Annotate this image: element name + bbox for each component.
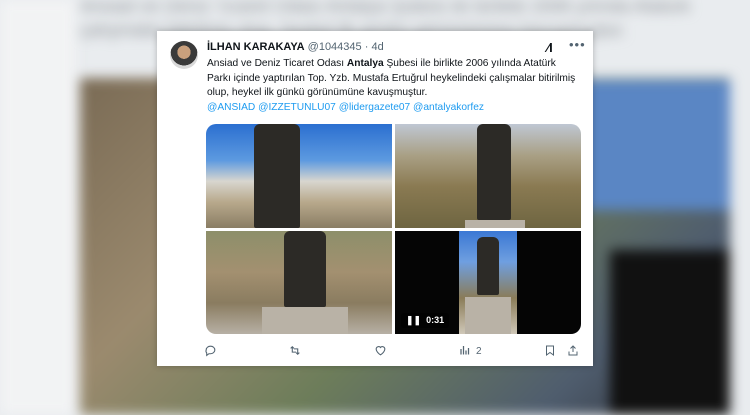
statue-figure xyxy=(254,124,300,228)
repost-icon xyxy=(288,344,302,360)
mention-link[interactable]: @ANSIAD xyxy=(207,102,255,113)
mention-link[interactable]: @lidergazete07 xyxy=(339,102,411,113)
reply-icon xyxy=(204,344,217,360)
like-button[interactable] xyxy=(374,344,387,360)
pause-icon[interactable]: ❚❚ xyxy=(406,315,421,325)
media-grid: ❚❚ 0:31 xyxy=(206,124,581,334)
share-button[interactable] xyxy=(567,344,579,360)
mention-link[interactable]: @IZZETUNLU07 xyxy=(258,102,336,113)
video-duration: 0:31 xyxy=(426,315,445,325)
share-icon xyxy=(567,344,579,360)
video-frame xyxy=(459,231,517,334)
author-name[interactable]: İLHAN KARAKAYA xyxy=(207,41,305,53)
views-button[interactable]: 2 xyxy=(459,344,482,359)
tweet-text: Ansiad ve Deniz Ticaret Odası Antalya Şu… xyxy=(207,57,582,115)
photo-1[interactable] xyxy=(206,124,392,228)
views-count: 2 xyxy=(476,346,482,357)
tweet-text-bold-link[interactable]: Antalya xyxy=(347,58,384,69)
bookmark-button[interactable] xyxy=(544,344,556,360)
photo-2[interactable] xyxy=(395,124,581,228)
statue-pedestal xyxy=(465,297,511,334)
video-duration-badge: ❚❚ 0:31 xyxy=(401,313,450,328)
background-video-patch xyxy=(610,250,730,415)
statue-figure xyxy=(477,237,499,295)
statue-figure xyxy=(284,231,326,307)
photo-3[interactable] xyxy=(206,231,392,334)
background-left-strip xyxy=(0,0,75,415)
tweet-header: İLHAN KARAKAYA @1044345 · 4d xyxy=(207,41,384,53)
views-bar-chart-icon xyxy=(459,344,471,359)
separator-dot: · xyxy=(364,41,369,53)
xai-grok-icon[interactable]: ⁄I xyxy=(547,40,553,55)
statue-pedestal xyxy=(262,307,348,334)
repost-button[interactable] xyxy=(288,344,302,360)
mention-link[interactable]: @antalyakorfez xyxy=(413,102,484,113)
bookmark-icon xyxy=(544,344,556,360)
tweet-card: İLHAN KARAKAYA @1044345 · 4d ⁄I ••• Ansi… xyxy=(157,31,593,366)
heart-icon xyxy=(374,344,387,360)
tweet-time[interactable]: 4d xyxy=(371,41,383,53)
author-handle[interactable]: @1044345 xyxy=(308,41,362,53)
tweet-actions: 2 xyxy=(204,344,584,360)
reply-button[interactable] xyxy=(204,344,217,360)
video-thumbnail[interactable]: ❚❚ 0:31 xyxy=(395,231,581,334)
tweet-text-part: Ansiad ve Deniz Ticaret Odası xyxy=(207,58,347,69)
avatar[interactable] xyxy=(170,41,198,69)
statue-pedestal xyxy=(465,220,525,228)
more-dots-icon[interactable]: ••• xyxy=(569,37,586,52)
statue-figure xyxy=(477,124,511,220)
background-text-line: Ansiad ve Deniz Ticaret Odası Antalya Şu… xyxy=(80,0,691,16)
